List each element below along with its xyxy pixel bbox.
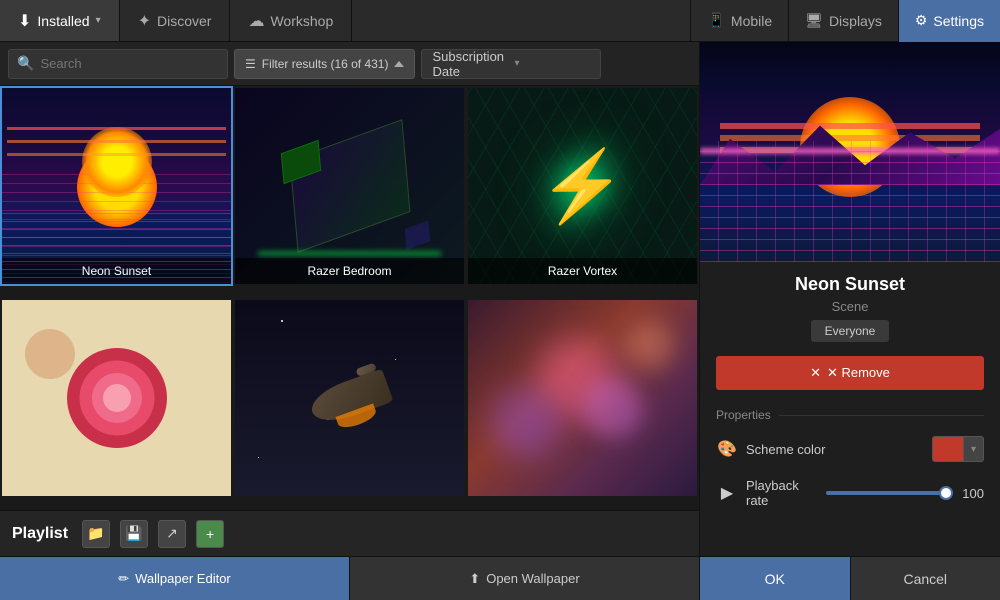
list-item[interactable] [233, 298, 466, 498]
top-nav: ⬇ Installed ▾ ✦ Discover ☁ Workshop 📱 Mo… [0, 0, 1000, 42]
search-icon: 🔍 [17, 55, 34, 72]
share-icon: ↗ [166, 525, 178, 542]
tab-discover[interactable]: ✦ Discover [120, 0, 231, 41]
list-item[interactable] [0, 298, 233, 498]
open-wallpaper-button[interactable]: ⬆ Open Wallpaper [349, 557, 699, 600]
search-input[interactable] [40, 56, 219, 71]
settings-label: Settings [933, 13, 984, 29]
wallpaper-title: Neon Sunset [700, 262, 1000, 299]
playlist-add-button[interactable]: + [196, 520, 224, 548]
ok-button[interactable]: OK [700, 557, 850, 600]
preview-vertical-lines [700, 141, 1000, 262]
properties-label: Properties [716, 408, 771, 422]
wallpaper-preview [700, 42, 1000, 262]
list-item[interactable]: Razer Bedroom [233, 86, 466, 286]
remove-icon: ✕ [810, 365, 821, 381]
slider-fill [826, 491, 946, 495]
playback-rate-slider-container: 100 [826, 486, 984, 501]
list-item[interactable] [466, 298, 699, 498]
remove-label: ✕ Remove [827, 365, 890, 381]
wallpaper-thumbnail [2, 88, 231, 284]
playback-rate-value: 100 [954, 486, 984, 501]
open-wallpaper-icon: ⬆ [469, 571, 480, 587]
tab-installed[interactable]: ⬇ Installed ▾ [0, 0, 120, 41]
playlist-bar: Playlist 📁 💾 ↗ + [0, 510, 699, 556]
left-panel: 🔍 ☰ Filter results (16 of 431) Subscript… [0, 42, 700, 600]
color-swatch[interactable] [932, 436, 964, 462]
nav-right: 📱 Mobile 🖥 Displays ⚙ Settings [690, 0, 1000, 42]
discover-icon: ✦ [138, 11, 151, 31]
tab-mobile[interactable]: 📱 Mobile [690, 0, 788, 42]
wallpaper-name: Razer Vortex [468, 258, 697, 284]
sort-label: Subscription Date [432, 49, 508, 79]
color-wheel-icon: 🎨 [716, 438, 738, 460]
slider-thumb[interactable] [939, 486, 953, 500]
wallpaper-editor-label: Wallpaper Editor [135, 571, 231, 586]
wallpaper-editor-button[interactable]: ✏ Wallpaper Editor [0, 557, 349, 600]
remove-button[interactable]: ✕ ✕ Remove [716, 356, 984, 390]
tab-workshop[interactable]: ☁ Workshop [230, 0, 352, 41]
scheme-color-row: 🎨 Scheme color ▾ [700, 428, 1000, 470]
tab-settings[interactable]: ⚙ Settings [898, 0, 1000, 42]
playback-rate-label: Playback rate [746, 478, 818, 508]
installed-label: Installed [37, 13, 89, 29]
playlist-save-button[interactable]: 💾 [120, 520, 148, 548]
wallpaper-editor-icon: ✏ [118, 571, 129, 587]
right-panel: Neon Sunset Scene Everyone ✕ ✕ Remove Pr… [700, 42, 1000, 600]
list-item[interactable]: Neon Sunset [0, 86, 233, 286]
workshop-label: Workshop [270, 13, 333, 29]
play-icon: ▶ [716, 482, 738, 504]
discover-label: Discover [157, 13, 211, 29]
preview-image [700, 42, 1000, 262]
settings-icon: ⚙ [915, 12, 928, 29]
bottom-bar: ✏ Wallpaper Editor ⬆ Open Wallpaper [0, 556, 699, 600]
main-area: 🔍 ☰ Filter results (16 of 431) Subscript… [0, 42, 1000, 600]
wallpaper-thumbnail [2, 300, 231, 496]
wallpaper-thumbnail: ⚡ [468, 88, 697, 284]
chevron-down-icon: ▾ [514, 58, 590, 69]
list-item[interactable]: ⚡ Razer Vortex [466, 86, 699, 286]
tab-displays[interactable]: 🖥 Displays [788, 0, 898, 42]
playback-rate-row: ▶ Playback rate 100 [700, 470, 1000, 516]
audience-badge: Everyone [811, 320, 890, 342]
playlist-label: Playlist [12, 525, 68, 543]
color-picker[interactable]: ▾ [932, 436, 984, 462]
audience-section: Everyone [700, 320, 1000, 352]
displays-label: Displays [829, 13, 882, 29]
open-wallpaper-label: Open Wallpaper [486, 571, 579, 586]
properties-section-header: Properties [700, 402, 1000, 428]
sort-select[interactable]: Subscription Date ▾ [421, 49, 601, 79]
playback-rate-slider[interactable] [826, 491, 946, 495]
search-box[interactable]: 🔍 [8, 49, 228, 79]
filter-button[interactable]: ☰ Filter results (16 of 431) [234, 49, 415, 79]
mobile-icon: 📱 [707, 12, 724, 29]
right-bottom-bar: OK Cancel [700, 556, 1000, 600]
folder-icon: 📁 [87, 525, 104, 542]
displays-icon: 🖥 [805, 12, 823, 29]
mobile-label: Mobile [731, 13, 772, 29]
wallpaper-thumbnail [235, 88, 464, 284]
workshop-icon: ☁ [248, 11, 264, 31]
filter-icon: ☰ [245, 57, 256, 71]
wallpaper-name: Razer Bedroom [235, 258, 464, 284]
filter-label: Filter results (16 of 431) [262, 57, 389, 71]
color-dropdown-button[interactable]: ▾ [964, 436, 984, 462]
wallpaper-grid: Neon Sunset Razer Bedroom [0, 86, 699, 510]
wallpaper-type: Scene [700, 299, 1000, 320]
playlist-folder-button[interactable]: 📁 [82, 520, 110, 548]
cancel-button[interactable]: Cancel [850, 557, 1000, 600]
add-icon: + [206, 526, 214, 542]
wallpaper-thumbnail [235, 300, 464, 496]
save-icon: 💾 [125, 525, 142, 542]
wallpaper-thumbnail [468, 300, 697, 496]
filter-bar: 🔍 ☰ Filter results (16 of 431) Subscript… [0, 42, 699, 86]
installed-dropdown-icon[interactable]: ▾ [96, 15, 101, 26]
section-divider [779, 415, 984, 416]
scheme-color-label: Scheme color [746, 442, 924, 457]
filter-arrow-icon [394, 61, 404, 67]
installed-icon: ⬇ [18, 11, 31, 31]
playlist-share-button[interactable]: ↗ [158, 520, 186, 548]
